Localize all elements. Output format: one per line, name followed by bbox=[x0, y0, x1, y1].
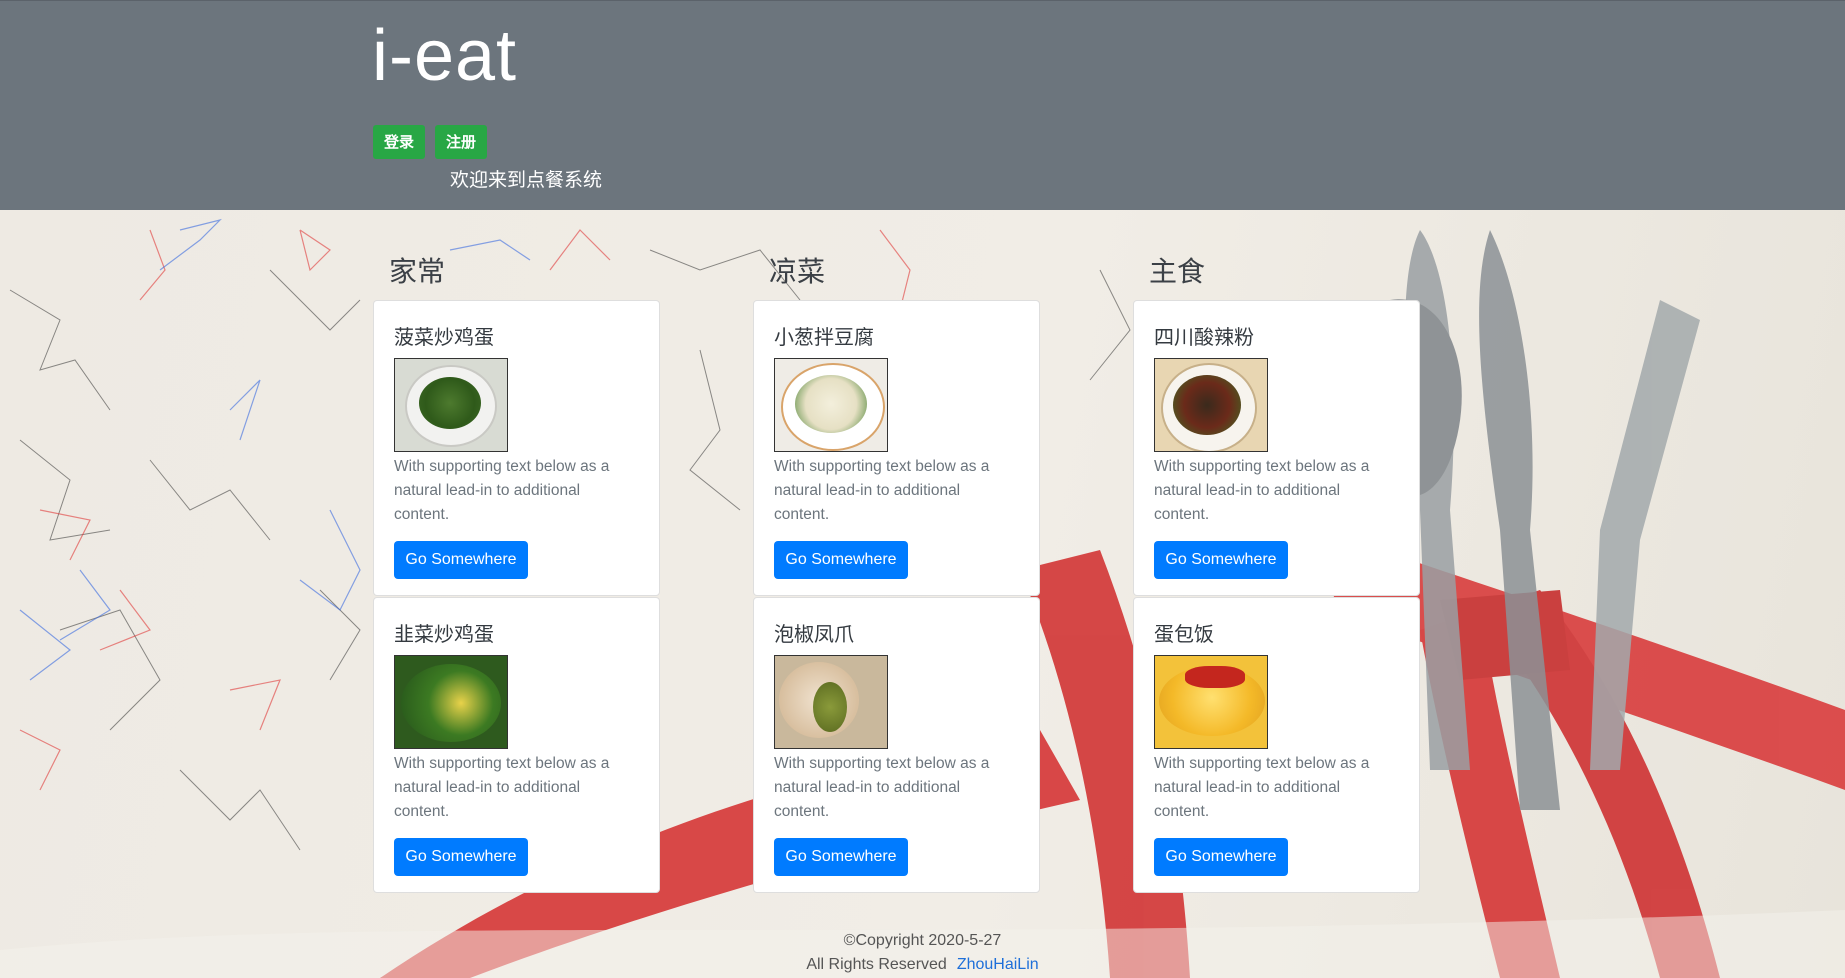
go-somewhere-button[interactable]: Go Somewhere bbox=[1154, 541, 1288, 579]
dish-image bbox=[394, 358, 508, 452]
dish-card: 小葱拌豆腐 With supporting text below as a na… bbox=[753, 300, 1040, 596]
author-link[interactable]: ZhouHaiLin bbox=[957, 956, 1039, 973]
dish-image bbox=[774, 358, 888, 452]
category-title-home: 家常 bbox=[389, 255, 446, 288]
welcome-text: 欢迎来到点餐系统 bbox=[450, 169, 603, 191]
dish-image bbox=[774, 655, 888, 749]
dish-description: With supporting text below as a natural … bbox=[1154, 458, 1370, 523]
go-somewhere-button[interactable]: Go Somewhere bbox=[394, 541, 528, 579]
dish-image bbox=[1154, 655, 1268, 749]
dish-name: 四川酸辣粉 bbox=[1154, 325, 1254, 349]
go-somewhere-button[interactable]: Go Somewhere bbox=[774, 541, 908, 579]
dish-image bbox=[1154, 358, 1268, 452]
dish-description: With supporting text below as a natural … bbox=[394, 458, 610, 523]
category-title-cold: 凉菜 bbox=[769, 255, 826, 288]
dish-name: 菠菜炒鸡蛋 bbox=[394, 325, 494, 349]
go-somewhere-button[interactable]: Go Somewhere bbox=[394, 838, 528, 876]
header-jumbotron: i-eat 登录 注册 欢迎来到点餐系统 bbox=[0, 0, 1845, 210]
register-button[interactable]: 注册 bbox=[435, 125, 488, 159]
dish-card: 四川酸辣粉 With supporting text below as a na… bbox=[1133, 300, 1420, 596]
footer-rights-line: All Rights Reserved ZhouHaiLin bbox=[0, 956, 1845, 974]
dish-description: With supporting text below as a natural … bbox=[394, 755, 610, 820]
dish-description: With supporting text below as a natural … bbox=[774, 458, 990, 523]
category-title-staple: 主食 bbox=[1149, 255, 1206, 288]
dish-card: 泡椒凤爪 With supporting text below as a nat… bbox=[753, 597, 1040, 893]
dish-card: 蛋包饭 With supporting text below as a natu… bbox=[1133, 597, 1420, 893]
go-somewhere-button[interactable]: Go Somewhere bbox=[774, 838, 908, 876]
login-button[interactable]: 登录 bbox=[373, 125, 426, 159]
dish-description: With supporting text below as a natural … bbox=[1154, 755, 1370, 820]
dish-name: 小葱拌豆腐 bbox=[774, 325, 874, 349]
dish-description: With supporting text below as a natural … bbox=[774, 755, 990, 820]
dish-image bbox=[394, 655, 508, 749]
footer-copyright: ©Copyright 2020-5-27 bbox=[843, 932, 1002, 949]
dish-card: 韭菜炒鸡蛋 With supporting text below as a na… bbox=[373, 597, 660, 893]
brand-title: i-eat bbox=[372, 16, 518, 96]
go-somewhere-button[interactable]: Go Somewhere bbox=[1154, 838, 1288, 876]
dish-name: 泡椒凤爪 bbox=[774, 622, 854, 646]
dish-name: 蛋包饭 bbox=[1154, 622, 1214, 646]
dish-card: 菠菜炒鸡蛋 With supporting text below as a na… bbox=[373, 300, 660, 596]
dish-name: 韭菜炒鸡蛋 bbox=[394, 622, 494, 646]
footer-rights: All Rights Reserved bbox=[806, 956, 947, 973]
